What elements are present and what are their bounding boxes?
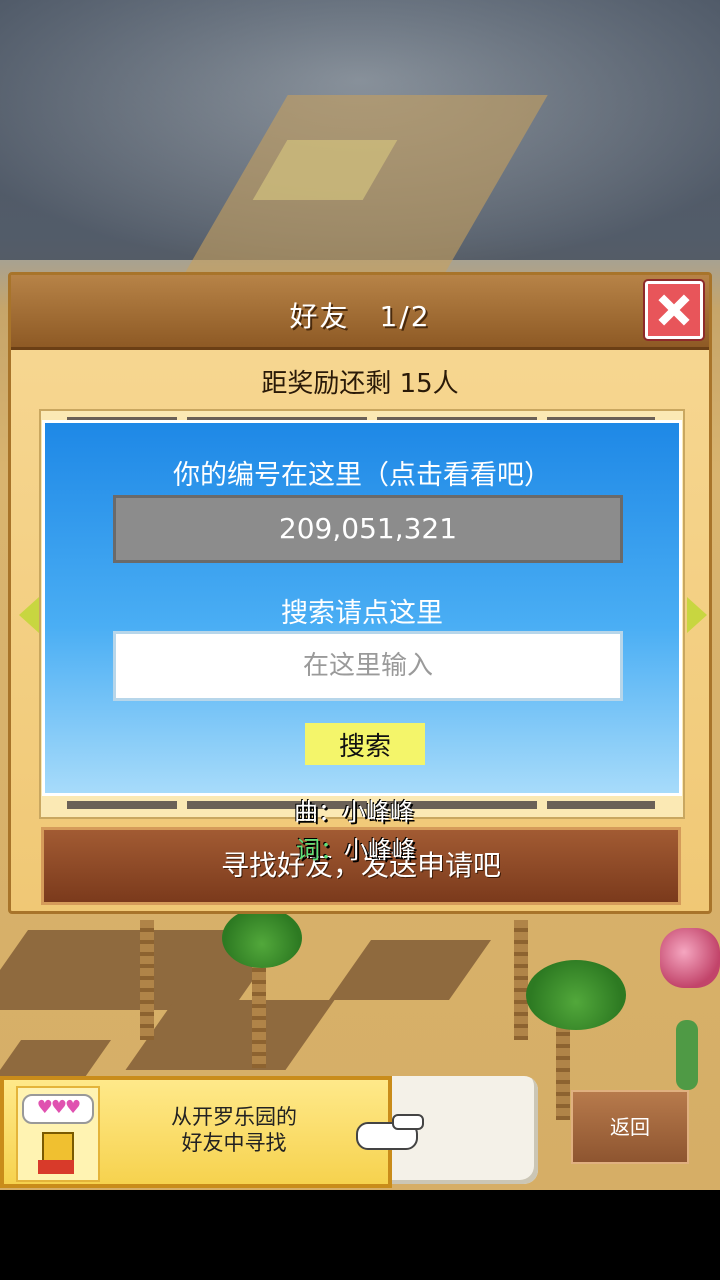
search-label: 搜索请点这里 <box>281 598 443 629</box>
kairo-mascot-icon: ♥♥♥ <box>16 1086 100 1182</box>
prev-page-arrow-icon[interactable] <box>19 597 39 633</box>
music-credit: 曲：小峰峰 <box>294 792 414 827</box>
dirt-path <box>328 940 492 1000</box>
lyrics-credit-label: 词： <box>296 836 344 864</box>
search-panel: 你的编号在这里（点击看看吧） 209,051,321 搜索请点这里 搜索 <box>42 420 682 796</box>
your-id-label: 你的编号在这里（点击看看吧） <box>173 460 551 491</box>
cactus <box>676 1020 698 1090</box>
reward-remaining-text: 距奖励还剩 15人 <box>261 369 459 399</box>
slot-divider <box>67 801 177 809</box>
pointing-hand-icon <box>356 1112 426 1152</box>
kairo-label-line2: 好友中寻找 <box>181 1131 287 1155</box>
music-credit-value: 小峰峰 <box>342 798 414 826</box>
dialog-header: 好友 1/2 <box>11 275 709 350</box>
robot-body-icon <box>38 1160 74 1174</box>
close-button[interactable] <box>645 281 703 339</box>
dialog-title: 好友 1/2 <box>289 300 431 333</box>
dirt-path <box>125 1000 335 1070</box>
search-input[interactable] <box>113 631 623 701</box>
pink-crystal <box>660 928 720 988</box>
kairo-park-friends-button[interactable]: ♥♥♥ 从开罗乐园的 好友中寻找 <box>0 1076 392 1188</box>
your-id-value[interactable]: 209,051,321 <box>113 495 623 563</box>
next-page-arrow-icon[interactable] <box>687 597 707 633</box>
back-button[interactable]: 返回 <box>571 1090 689 1164</box>
robot-head-icon <box>42 1132 74 1162</box>
lyrics-credit: 词：小峰峰 <box>296 830 416 865</box>
heart-bubble-icon: ♥♥♥ <box>22 1094 94 1124</box>
kairo-park-friends-label: 从开罗乐园的 好友中寻找 <box>114 1104 354 1156</box>
search-button[interactable]: 搜索 <box>305 723 425 765</box>
kairo-label-line1: 从开罗乐园的 <box>171 1105 297 1129</box>
slot-divider <box>547 801 655 809</box>
lyrics-credit-value: 小峰峰 <box>344 836 416 864</box>
music-credit-label: 曲： <box>294 798 342 826</box>
